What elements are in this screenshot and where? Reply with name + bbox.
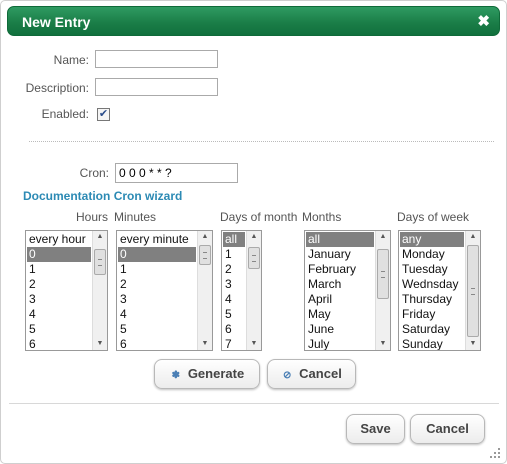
scroll-down-icon[interactable]: ▼ [247,338,261,350]
minutes-header: Minutes [114,210,157,224]
cron-input[interactable] [115,163,238,183]
days-of-week-header: Days of week [397,210,470,224]
list-item[interactable]: 6 [223,322,245,337]
list-item[interactable]: Monday [400,247,464,262]
list-item[interactable]: Wednsday [400,277,464,292]
wizard-cancel-button[interactable]: ⊘ Cancel [267,359,356,389]
list-item[interactable]: 1 [118,262,196,277]
dialog-titlebar[interactable]: New Entry ✖ [7,6,500,36]
list-item[interactable]: all [223,232,245,247]
dialog-title: New Entry [22,14,91,30]
wizard-links: Documentation Cron wizard [23,189,182,203]
scroll-down-icon[interactable]: ▼ [466,338,480,350]
gear-icon: ✽ [171,370,180,381]
minutes-scrollbar[interactable]: ▲ ▼ [197,231,212,350]
list-item[interactable]: 0 [27,247,91,262]
description-input[interactable] [95,78,218,96]
list-item[interactable]: June [306,322,374,337]
divider [29,141,494,142]
minutes-list[interactable]: every minute 0 1 2 3 4 5 6 ▲ ▼ [116,230,213,351]
scroll-down-icon[interactable]: ▼ [198,338,212,350]
list-item[interactable]: February [306,262,374,277]
cancel-icon: ⊘ [282,370,292,381]
list-item[interactable]: 2 [223,262,245,277]
scroll-up-icon[interactable]: ▲ [198,231,212,243]
list-item[interactable]: 6 [27,337,91,350]
list-item[interactable]: Saturday [400,322,464,337]
list-item[interactable]: 2 [27,277,91,292]
scroll-up-icon[interactable]: ▲ [466,231,480,243]
list-item[interactable]: 5 [223,307,245,322]
days-of-month-header: Days of month [220,210,298,224]
list-item[interactable]: 2 [118,277,196,292]
description-label: Description: [25,81,89,95]
enabled-checkbox[interactable]: ✔ [97,108,110,121]
list-item[interactable]: Tuesday [400,262,464,277]
list-item[interactable]: 7 [223,337,245,350]
list-item[interactable]: 5 [27,322,91,337]
generate-label: Generate [187,366,245,381]
list-item[interactable]: 1 [223,247,245,262]
hours-scrollbar[interactable]: ▲ ▼ [92,231,107,350]
scroll-up-icon[interactable]: ▲ [93,231,107,243]
days-of-week-list[interactable]: any Monday Tuesday Wednsday Thursday Friday Sa… [398,230,481,351]
list-item[interactable]: 0 [118,247,196,262]
footer-divider [9,403,499,404]
scroll-up-icon[interactable]: ▲ [247,231,261,243]
list-item[interactable]: March [306,277,374,292]
scroll-down-icon[interactable]: ▼ [376,338,390,350]
list-item[interactable]: May [306,307,374,322]
list-item[interactable]: every hour [27,232,91,247]
list-item[interactable]: 4 [118,307,196,322]
months-scrollbar[interactable]: ▲ ▼ [375,231,390,350]
list-item[interactable]: any [400,232,464,247]
days-of-month-list[interactable]: all 1 2 3 4 5 6 7 ▲ ▼ [221,230,262,351]
wizard-cancel-label: Cancel [299,366,342,381]
months-list[interactable]: all January February March April May June July … [304,230,391,351]
list-item[interactable]: 4 [223,292,245,307]
months-header: Months [302,210,342,224]
new-entry-dialog: New Entry ✖ Name: Description: Enabled: … [0,0,507,464]
scroll-up-icon[interactable]: ▲ [376,231,390,243]
documentation-link[interactable]: Documentation [23,189,110,203]
list-item[interactable]: Thursday [400,292,464,307]
list-item[interactable]: 4 [27,307,91,322]
cron-wizard-link[interactable]: Cron wizard [114,189,183,203]
days-of-week-scrollbar[interactable]: ▲ ▼ [465,231,480,350]
list-item[interactable]: 3 [118,292,196,307]
resize-grip-icon[interactable] [490,448,500,458]
list-item[interactable]: 1 [27,262,91,277]
days-of-month-scrollbar[interactable]: ▲ ▼ [246,231,261,350]
list-item[interactable]: every minute [118,232,196,247]
cancel-button[interactable]: Cancel [410,414,485,444]
list-item[interactable]: 6 [118,337,196,350]
cron-label: Cron: [79,166,109,180]
name-input[interactable] [95,50,218,68]
list-item[interactable]: 3 [223,277,245,292]
list-item[interactable]: Sunday [400,337,464,350]
hours-list[interactable]: every hour 0 1 2 3 4 5 6 ▲ ▼ [25,230,108,351]
list-item[interactable]: Friday [400,307,464,322]
list-item[interactable]: 3 [27,292,91,307]
close-icon[interactable]: ✖ [477,12,490,30]
list-item[interactable]: April [306,292,374,307]
list-item[interactable]: 5 [118,322,196,337]
checkmark-icon: ✔ [98,108,109,120]
name-label: Name: [53,53,89,67]
list-item[interactable]: all [306,232,374,247]
list-item[interactable]: January [306,247,374,262]
enabled-label: Enabled: [41,107,89,121]
save-button[interactable]: Save [346,414,405,444]
list-item[interactable]: July [306,337,374,350]
generate-button[interactable]: ✽ Generate [154,359,260,389]
hours-header: Hours [76,210,109,224]
scroll-down-icon[interactable]: ▼ [93,338,107,350]
